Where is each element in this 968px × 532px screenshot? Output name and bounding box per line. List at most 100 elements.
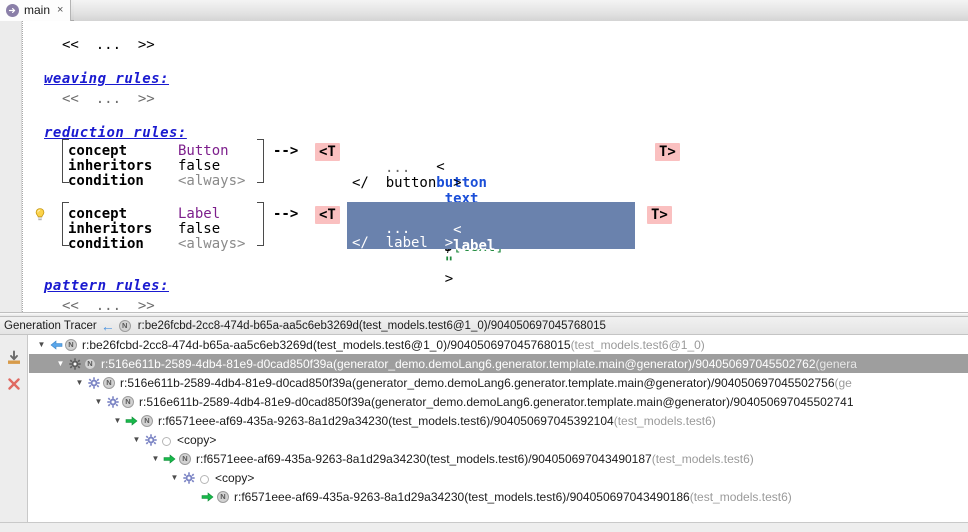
chevron-down-icon[interactable]: ▼ — [92, 392, 105, 411]
rule-field-key: concept — [68, 206, 127, 222]
section-heading-weaving[interactable]: weaving rules: — [44, 71, 169, 87]
empty-circle-icon — [162, 437, 171, 446]
tracer-row-label: r:f6571eee-af69-435a-9263-8a1d29a34230(t… — [158, 414, 614, 428]
tracer-row-model-suffix: (test_models.test6@1_0) — [571, 338, 705, 352]
gear-icon — [105, 396, 120, 408]
node-n-icon: N — [103, 377, 115, 389]
node-n-icon: N — [119, 320, 131, 332]
tab-main[interactable]: main × — [0, 0, 71, 21]
fold-guide-line — [22, 21, 23, 312]
chevron-down-icon[interactable]: ▼ — [35, 335, 48, 354]
status-strip — [0, 522, 968, 532]
close-icon[interactable]: × — [57, 5, 63, 16]
top-placeholder[interactable]: << ... >> — [62, 37, 155, 53]
tracer-row-model-suffix: (test_models.test6) — [690, 490, 792, 504]
chevron-down-icon[interactable]: ▼ — [149, 449, 162, 468]
section-heading-pattern[interactable]: pattern rules: — [44, 278, 169, 294]
empty-circle-icon — [200, 475, 209, 484]
tracer-tree-row[interactable]: ▼ Nr:516e611b-2589-4db4-81e9-d0cad850f39a… — [29, 392, 968, 411]
template-close-marker[interactable]: T> — [647, 206, 672, 224]
tracer-header-path[interactable]: r:be26fcbd-2cc8-474d-b65a-aa5c6eb3269d(t… — [138, 320, 606, 332]
node-n-icon: N — [84, 358, 96, 370]
tracer-tree-row[interactable]: ▼ Nr:516e611b-2589-4db4-81e9-d0cad850f39a… — [29, 373, 968, 392]
green-arrow-icon — [200, 491, 215, 503]
template-ellipsis[interactable]: ... — [385, 160, 410, 176]
tracer-tree-row[interactable]: ▼Nr:be26fcbd-2cc8-474d-b65a-aa5c6eb3269d… — [29, 335, 968, 354]
node-n-icon: N — [177, 453, 193, 465]
tracer-row-label: r:f6571eee-af69-435a-9263-8a1d29a34230(t… — [196, 452, 652, 466]
back-arrow-icon — [48, 339, 63, 351]
rule-field-value-concept[interactable]: Label — [178, 206, 220, 222]
rule-field-key: inheritors — [68, 221, 152, 237]
tracer-title: Generation Tracer — [4, 320, 97, 332]
tracer-header: Generation Tracer ← N r:be26fcbd-2cc8-47… — [0, 317, 968, 335]
back-arrow-icon[interactable]: ← — [101, 320, 115, 332]
gear-icon — [143, 434, 158, 446]
chevron-down-icon[interactable]: ▼ — [111, 411, 124, 430]
template-open-marker[interactable]: <T — [315, 143, 340, 161]
editor-gutter — [0, 21, 22, 312]
tracer-tree-row[interactable]: ▼<copy> — [29, 430, 968, 449]
rule-arrow: --> — [273, 143, 298, 159]
editor-code-area: << ... >> weaving rules: << ... >> reduc… — [30, 21, 968, 312]
rule-arrow: --> — [273, 206, 298, 222]
template-close-marker[interactable]: T> — [655, 143, 680, 161]
generation-tracer-panel: Generation Tracer ← N r:be26fcbd-2cc8-47… — [0, 317, 968, 532]
rule-field-value-condition[interactable]: <always> — [178, 173, 245, 189]
tracer-row-label: r:516e611b-2589-4db4-81e9-d0cad850f39a(g… — [120, 376, 835, 390]
chevron-down-icon[interactable]: ▼ — [130, 430, 143, 449]
export-icon[interactable] — [5, 349, 23, 367]
selected-template-block[interactable]: < label text = " $[text] " > ... </ labe… — [347, 202, 635, 249]
template-open-marker[interactable]: <T — [315, 206, 340, 224]
template-close-tag[interactable]: </ button > — [352, 175, 462, 191]
tracer-tree-row[interactable]: Nr:f6571eee-af69-435a-9263-8a1d29a34230(… — [29, 487, 968, 506]
code-editor[interactable]: << ... >> weaving rules: << ... >> reduc… — [0, 21, 968, 312]
chevron-down-icon[interactable]: ▼ — [54, 354, 67, 373]
empty-circle-icon — [158, 434, 174, 446]
tracer-row-model-suffix: (ge — [835, 376, 852, 390]
tracer-tree-row[interactable]: ▼<copy> — [29, 468, 968, 487]
template-close-tag[interactable]: </ label > — [352, 235, 453, 251]
tag-name[interactable]: label — [453, 238, 495, 254]
green-arrow-icon — [124, 415, 139, 427]
rule-field-value-condition[interactable]: <always> — [178, 236, 245, 252]
tracer-row-label: r:516e611b-2589-4db4-81e9-d0cad850f39a(g… — [139, 395, 854, 409]
generator-arrow-icon — [6, 4, 19, 17]
node-n-icon: N — [215, 491, 231, 503]
node-n-icon: N — [179, 453, 191, 465]
tracer-tree-row[interactable]: ▼ Nr:f6571eee-af69-435a-9263-8a1d29a34230… — [29, 411, 968, 430]
template-open-tag-line[interactable]: < label text = " $[text] " > — [352, 206, 521, 312]
tracer-row-model-suffix: (test_models.test6) — [652, 452, 754, 466]
rule-field-value-concept[interactable]: Button — [178, 143, 229, 159]
attr-name[interactable]: text — [462, 254, 496, 270]
tracer-toolbar — [0, 335, 28, 532]
node-n-icon: N — [101, 377, 117, 389]
tracer-tree-row[interactable]: ▼ Nr:516e611b-2589-4db4-81e9-d0cad850f39a… — [29, 354, 968, 373]
close-x-icon[interactable] — [5, 375, 23, 393]
rule-field-value-inheritors[interactable]: false — [178, 158, 220, 174]
rule-field-key: condition — [68, 173, 144, 189]
tracer-tree-row[interactable]: ▼ Nr:f6571eee-af69-435a-9263-8a1d29a34230… — [29, 449, 968, 468]
chevron-down-icon[interactable]: ▼ — [168, 468, 181, 487]
node-n-icon: N — [63, 339, 79, 351]
tracer-row-model-suffix: (test_models.test6) — [614, 414, 716, 428]
node-n-icon: N — [122, 396, 134, 408]
tracer-row-model-suffix: (genera — [816, 357, 857, 371]
weaving-placeholder[interactable]: << ... >> — [62, 91, 155, 107]
quote-open: " — [462, 286, 470, 302]
rule-field-key: concept — [68, 143, 127, 159]
chevron-down-icon[interactable]: ▼ — [73, 373, 86, 392]
node-n-icon: N — [217, 491, 229, 503]
tracer-tree[interactable]: ▼Nr:be26fcbd-2cc8-474d-b65a-aa5c6eb3269d… — [29, 335, 968, 532]
node-n-icon: N — [141, 415, 153, 427]
tracer-row-label: r:516e611b-2589-4db4-81e9-d0cad850f39a(g… — [101, 357, 816, 371]
tracer-row-label: r:f6571eee-af69-435a-9263-8a1d29a34230(t… — [234, 490, 690, 504]
tab-label: main — [24, 4, 50, 17]
macro-dollar[interactable]: $ — [462, 302, 470, 312]
tab-bar-filler — [74, 0, 968, 21]
gear-icon — [67, 358, 82, 370]
rule-field-value-inheritors[interactable]: false — [178, 221, 220, 237]
rule-field-key: condition — [68, 236, 144, 252]
pattern-placeholder[interactable]: << ... >> — [62, 298, 155, 312]
macro-name[interactable]: [text] — [470, 302, 521, 312]
